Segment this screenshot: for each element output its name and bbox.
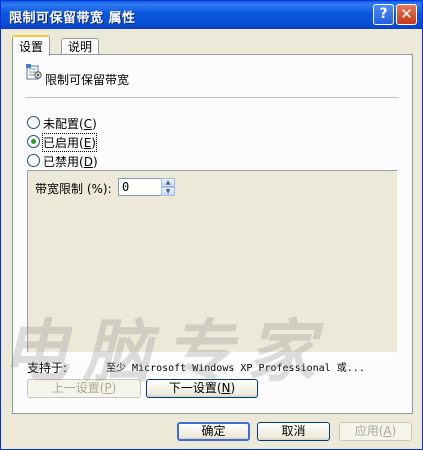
settings-panel: 限制可保留带宽 未配置(C) 已启用(E) 已禁用(D) 带宽限制 (%): ▲… — [12, 54, 413, 414]
spin-buttons: ▲ ▼ — [161, 178, 175, 196]
radio-dot-checked[interactable] — [27, 135, 40, 148]
cancel-button[interactable]: 取消 — [257, 422, 330, 441]
previous-setting-button[interactable]: 上一设置(P) — [27, 379, 141, 398]
supported-on-label: 支持于: — [27, 361, 68, 375]
radio-dot[interactable] — [27, 116, 40, 129]
tab-explain[interactable]: 说明 — [61, 38, 100, 55]
apply-button[interactable]: 应用(A) — [339, 422, 412, 441]
next-setting-button[interactable]: 下一设置(N) — [146, 379, 258, 398]
properties-window: 限制可保留带宽 属性 ? ✕ 设置 说明 限制可保留带宽 未配置(C) 已启用(… — [0, 0, 423, 450]
close-button[interactable]: ✕ — [396, 4, 417, 25]
bandwidth-limit-input[interactable] — [118, 178, 164, 196]
policy-settings-icon — [26, 64, 42, 80]
ok-button[interactable]: 确定 — [177, 422, 250, 441]
window-title: 限制可保留带宽 属性 — [9, 11, 136, 26]
supported-on-value: 至少 Microsoft Windows XP Professional 或..… — [106, 363, 365, 374]
divider — [25, 97, 399, 98]
tab-settings[interactable]: 设置 — [12, 35, 51, 56]
options-area: 带宽限制 (%): ▲ ▼ — [27, 170, 398, 353]
radio-label: 未配置(C) — [43, 117, 97, 131]
radio-label: 已禁用(D) — [43, 155, 98, 169]
spin-up-button[interactable]: ▲ — [161, 178, 175, 187]
radio-label: 已启用(E) — [42, 133, 97, 152]
radio-dot[interactable] — [27, 154, 40, 167]
bandwidth-limit-label: 带宽限制 (%): — [35, 182, 112, 196]
policy-name: 限制可保留带宽 — [45, 73, 130, 87]
help-button[interactable]: ? — [373, 4, 394, 25]
title-bar[interactable]: 限制可保留带宽 属性 ? ✕ — [1, 1, 422, 29]
spin-down-button[interactable]: ▼ — [161, 187, 175, 196]
